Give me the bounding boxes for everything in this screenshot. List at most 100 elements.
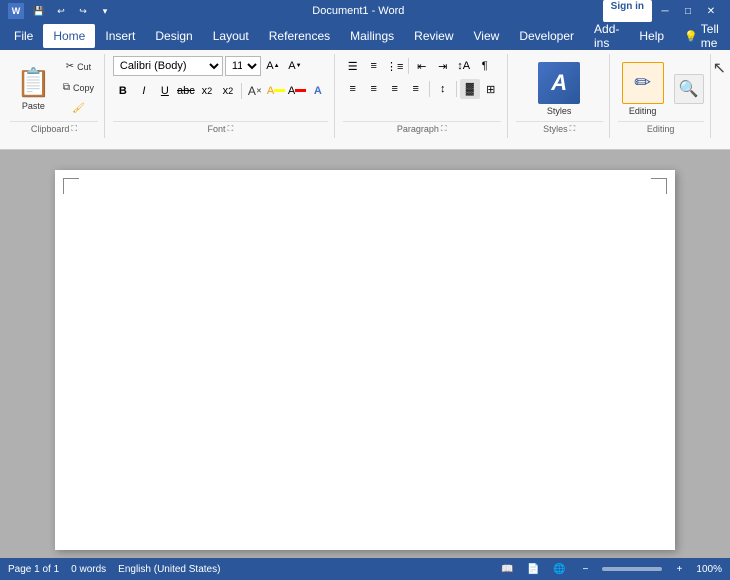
clipboard-inner: 📋 Paste ✂ Cut ⧉ Copy 🖌 [10,57,98,121]
editing-button[interactable]: ✏ Editing [618,57,668,121]
multilevel-list-button[interactable]: ⋮≡ [385,56,405,76]
format-painter-button[interactable]: 🖌 [59,99,98,119]
menu-addins[interactable]: Add-ins [584,24,629,48]
quick-redo-button[interactable]: ↪ [74,2,92,20]
menu-layout[interactable]: Layout [203,24,259,48]
superscript-button[interactable]: x2 [218,81,238,101]
increase-indent-button[interactable]: ⇥ [433,56,453,76]
menu-tell-me[interactable]: 💡 Tell me [674,24,729,48]
quick-save-button[interactable]: 💾 [30,2,48,20]
find-button[interactable]: 🔍 [674,74,704,104]
paragraph-label[interactable]: Paragraph ⛶ [343,121,501,136]
align-left-button[interactable]: ≡ [343,79,363,99]
document-page[interactable] [55,170,675,550]
text-effects-button[interactable]: A [308,81,328,101]
sign-in-button[interactable]: Sign in [603,0,652,22]
quick-customize-button[interactable]: ▾ [96,2,114,20]
strikethrough-button[interactable]: abc [176,81,196,101]
editing-group-content: ✏ Editing 🔍 [618,56,704,121]
cursor-icon: ↖ [713,58,726,78]
paragraph-group-content: ☰ ≡ ⋮≡ ⇤ ⇥ ↕A ¶ ≡ ≡ ≡ ≡ ↕ ▓ [343,56,501,121]
styles-label[interactable]: Styles ⛶ [516,121,603,136]
menu-bar: File Home Insert Design Layout Reference… [0,22,730,50]
align-right-button[interactable]: ≡ [385,79,405,99]
font-group: Calibri (Body) 11 A▲ A▼ B I U abc x2 x2 [107,54,335,138]
ribbon-content: 📋 Paste ✂ Cut ⧉ Copy 🖌 [0,50,730,138]
page-corner-tr [651,178,667,194]
font-name-row: Calibri (Body) 11 A▲ A▼ [113,56,305,76]
ribbon: 📋 Paste ✂ Cut ⧉ Copy 🖌 [0,50,730,150]
menu-file[interactable]: File [4,24,43,48]
zoom-out-button[interactable]: − [576,560,594,578]
document-area[interactable] [0,150,730,558]
cut-icon: ✂ [66,61,74,72]
line-spacing-button[interactable]: ↕ [433,79,453,99]
quick-undo-button[interactable]: ↩ [52,2,70,20]
minimize-button[interactable]: ─ [654,0,676,22]
clipboard-expand-icon: ⛶ [71,124,77,134]
menu-mailings[interactable]: Mailings [340,24,404,48]
numbering-button[interactable]: ≡ [364,56,384,76]
menu-view[interactable]: View [464,24,510,48]
window-controls: ─ □ ✕ [654,0,722,22]
divider [241,83,242,99]
font-size-select[interactable]: 11 [225,56,261,76]
menu-help[interactable]: Help [629,24,674,48]
font-color-button[interactable]: A [287,81,307,101]
show-formatting-button[interactable]: ¶ [475,56,495,76]
menu-review[interactable]: Review [404,24,463,48]
print-layout-button[interactable]: 📄 [524,560,542,578]
styles-group: A Styles Styles ⛶ [510,54,610,138]
find-icon: 🔍 [679,79,699,99]
zoom-in-button[interactable]: + [670,560,688,578]
menu-design[interactable]: Design [145,24,202,48]
divider3 [429,81,430,97]
read-mode-button[interactable]: 📖 [498,560,516,578]
bold-button[interactable]: B [113,81,133,101]
font-label[interactable]: Font ⛶ [113,121,328,136]
styles-group-content: A Styles [524,56,594,121]
copy-button[interactable]: ⧉ Copy [59,78,98,98]
clipboard-group: 📋 Paste ✂ Cut ⧉ Copy 🖌 [4,54,105,138]
paste-sub-buttons: ✂ Cut ⧉ Copy 🖌 [59,57,98,121]
shrink-font-button[interactable]: A▼ [285,56,305,76]
bullets-button[interactable]: ☰ [343,56,363,76]
zoom-slider[interactable] [602,567,662,571]
clipboard-label[interactable]: Clipboard ⛶ [10,121,98,136]
subscript-button[interactable]: x2 [197,81,217,101]
title-bar: W 💾 ↩ ↪ ▾ Document1 - Word Sign in ─ □ ✕ [0,0,730,22]
borders-button[interactable]: ⊞ [481,79,501,99]
decrease-indent-button[interactable]: ⇤ [412,56,432,76]
menu-developer[interactable]: Developer [509,24,584,48]
grow-font-button[interactable]: A▲ [263,56,283,76]
web-layout-button[interactable]: 🌐 [550,560,568,578]
title-bar-right: Sign in ─ □ ✕ [603,0,722,22]
justify-button[interactable]: ≡ [406,79,426,99]
underline-button[interactable]: U [155,81,175,101]
styles-button[interactable]: A Styles [524,57,594,121]
page-info: Page 1 of 1 [8,564,59,575]
sort-button[interactable]: ↕A [454,56,474,76]
cut-button[interactable]: ✂ Cut [59,57,98,77]
italic-button[interactable]: I [134,81,154,101]
title-bar-left: W 💾 ↩ ↪ ▾ [8,2,114,20]
editing-label: Editing [618,121,704,136]
paste-button[interactable]: 📋 Paste [10,57,57,121]
copy-icon: ⧉ [63,82,70,93]
close-button[interactable]: ✕ [700,0,722,22]
text-highlight-button[interactable]: A [266,81,286,101]
restore-button[interactable]: □ [677,0,699,22]
status-left: Page 1 of 1 0 words English (United Stat… [8,564,220,575]
word-count: 0 words [71,564,106,575]
language-info: English (United States) [118,564,220,575]
menu-references[interactable]: References [259,24,340,48]
menu-insert[interactable]: Insert [95,24,145,48]
font-name-select[interactable]: Calibri (Body) [113,56,223,76]
styles-expand-icon: ⛶ [570,124,576,134]
shading-button[interactable]: ▓ [460,79,480,99]
menu-home[interactable]: Home [43,24,95,48]
list-buttons-row: ☰ ≡ ⋮≡ ⇤ ⇥ ↕A ¶ [343,56,495,76]
page-corner-tl [63,178,79,194]
align-center-button[interactable]: ≡ [364,79,384,99]
clear-format-button[interactable]: A✕ [245,81,265,101]
